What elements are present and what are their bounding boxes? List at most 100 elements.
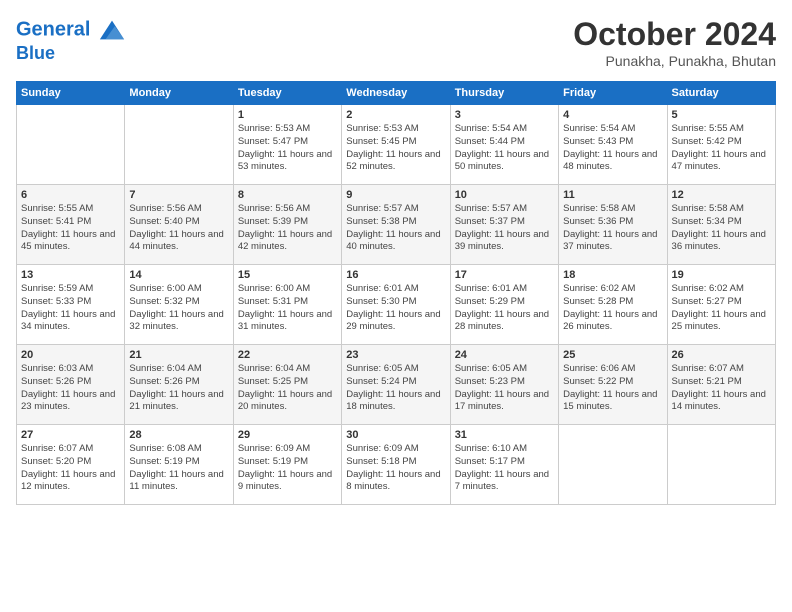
day-info: Sunrise: 6:00 AMSunset: 5:31 PMDaylight:… <box>238 283 337 334</box>
day-number: 11 <box>563 189 662 201</box>
calendar-cell: 13Sunrise: 5:59 AMSunset: 5:33 PMDayligh… <box>17 265 125 345</box>
col-header-tuesday: Tuesday <box>233 82 341 105</box>
day-info: Sunrise: 6:04 AMSunset: 5:25 PMDaylight:… <box>238 363 337 414</box>
col-header-wednesday: Wednesday <box>342 82 450 105</box>
day-number: 22 <box>238 349 337 361</box>
day-number: 21 <box>129 349 228 361</box>
calendar-cell: 18 Sunrise: 6:02 AMSunset: 5:28 PMDayligh… <box>559 265 667 345</box>
day-info: Sunrise: 5:59 AMSunset: 5:33 PMDaylight:… <box>21 283 120 334</box>
calendar-cell: 15 Sunrise: 6:00 AMSunset: 5:31 PMDayligh… <box>233 265 341 345</box>
day-info: Sunrise: 6:03 AMSunset: 5:26 PMDaylight:… <box>21 363 120 414</box>
day-number: 4 <box>563 109 662 121</box>
calendar-cell: 16 Sunrise: 6:01 AMSunset: 5:30 PMDayligh… <box>342 265 450 345</box>
logo: General Blue <box>16 16 126 64</box>
calendar-cell: 22 Sunrise: 6:04 AMSunset: 5:25 PMDayligh… <box>233 345 341 425</box>
location-title: Punakha, Punakha, Bhutan <box>573 53 776 69</box>
day-number: 8 <box>238 189 337 201</box>
day-number: 29 <box>238 429 337 441</box>
day-info: Sunrise: 6:07 AMSunset: 5:21 PMDaylight:… <box>672 363 771 414</box>
day-info: Sunrise: 6:02 AMSunset: 5:28 PMDaylight:… <box>563 283 662 334</box>
day-number: 15 <box>238 269 337 281</box>
day-info: Sunrise: 5:58 AMSunset: 5:34 PMDaylight:… <box>672 203 771 254</box>
day-info: Sunrise: 5:57 AMSunset: 5:37 PMDaylight:… <box>455 203 554 254</box>
col-header-thursday: Thursday <box>450 82 558 105</box>
calendar-cell: 7 Sunrise: 5:56 AMSunset: 5:40 PMDaylight… <box>125 185 233 265</box>
month-title: October 2024 <box>573 16 776 53</box>
calendar-cell: 24Sunrise: 6:05 AMSunset: 5:23 PMDayligh… <box>450 345 558 425</box>
day-number: 2 <box>346 109 445 121</box>
calendar-cell: 1 Sunrise: 5:53 AMSunset: 5:47 PMDaylight… <box>233 105 341 185</box>
day-info: Sunrise: 5:53 AMSunset: 5:47 PMDaylight:… <box>238 123 337 174</box>
day-number: 25 <box>563 349 662 361</box>
calendar-cell: 2Sunrise: 5:53 AMSunset: 5:45 PMDaylight… <box>342 105 450 185</box>
day-number: 6 <box>21 189 120 201</box>
col-header-monday: Monday <box>125 82 233 105</box>
day-info: Sunrise: 5:56 AMSunset: 5:39 PMDaylight:… <box>238 203 337 254</box>
day-info: Sunrise: 6:02 AMSunset: 5:27 PMDaylight:… <box>672 283 771 334</box>
calendar-cell: 12 Sunrise: 5:58 AMSunset: 5:34 PMDayligh… <box>667 185 775 265</box>
day-number: 18 <box>563 269 662 281</box>
day-number: 23 <box>346 349 445 361</box>
day-number: 7 <box>129 189 228 201</box>
day-info: Sunrise: 5:58 AMSunset: 5:36 PMDaylight:… <box>563 203 662 254</box>
day-number: 14 <box>129 269 228 281</box>
logo-icon <box>98 16 126 44</box>
day-info: Sunrise: 6:01 AMSunset: 5:30 PMDaylight:… <box>346 283 445 334</box>
day-info: Sunrise: 6:10 AMSunset: 5:17 PMDaylight:… <box>455 443 554 494</box>
calendar-cell: 8 Sunrise: 5:56 AMSunset: 5:39 PMDaylight… <box>233 185 341 265</box>
calendar-cell: 3Sunrise: 5:54 AMSunset: 5:44 PMDaylight… <box>450 105 558 185</box>
calendar-cell: 10 Sunrise: 5:57 AMSunset: 5:37 PMDayligh… <box>450 185 558 265</box>
day-number: 24 <box>455 349 554 361</box>
day-number: 10 <box>455 189 554 201</box>
calendar-cell: 19 Sunrise: 6:02 AMSunset: 5:27 PMDayligh… <box>667 265 775 345</box>
col-header-sunday: Sunday <box>17 82 125 105</box>
calendar-cell: 28 Sunrise: 6:08 AMSunset: 5:19 PMDayligh… <box>125 425 233 505</box>
calendar-cell: 29Sunrise: 6:09 AMSunset: 5:19 PMDayligh… <box>233 425 341 505</box>
logo-text: General <box>16 16 126 44</box>
logo-blue: Blue <box>16 44 126 64</box>
calendar-cell: 27Sunrise: 6:07 AMSunset: 5:20 PMDayligh… <box>17 425 125 505</box>
calendar-cell: 26 Sunrise: 6:07 AMSunset: 5:21 PMDayligh… <box>667 345 775 425</box>
day-info: Sunrise: 6:00 AMSunset: 5:32 PMDaylight:… <box>129 283 228 334</box>
calendar-cell <box>667 425 775 505</box>
day-info: Sunrise: 6:01 AMSunset: 5:29 PMDaylight:… <box>455 283 554 334</box>
day-number: 19 <box>672 269 771 281</box>
title-block: October 2024 Punakha, Punakha, Bhutan <box>573 16 776 69</box>
col-header-friday: Friday <box>559 82 667 105</box>
day-info: Sunrise: 6:06 AMSunset: 5:22 PMDaylight:… <box>563 363 662 414</box>
day-info: Sunrise: 6:05 AMSunset: 5:24 PMDaylight:… <box>346 363 445 414</box>
calendar-cell: 6 Sunrise: 5:55 AMSunset: 5:41 PMDaylight… <box>17 185 125 265</box>
day-number: 9 <box>346 189 445 201</box>
calendar-cell: 23 Sunrise: 6:05 AMSunset: 5:24 PMDayligh… <box>342 345 450 425</box>
day-number: 1 <box>238 109 337 121</box>
day-info: Sunrise: 5:54 AMSunset: 5:44 PMDaylight:… <box>455 123 554 174</box>
day-number: 5 <box>672 109 771 121</box>
day-number: 16 <box>346 269 445 281</box>
day-number: 28 <box>129 429 228 441</box>
calendar-cell: 11 Sunrise: 5:58 AMSunset: 5:36 PMDayligh… <box>559 185 667 265</box>
logo-general: General <box>16 18 90 40</box>
calendar-cell: 5 Sunrise: 5:55 AMSunset: 5:42 PMDaylight… <box>667 105 775 185</box>
calendar-cell: 31 Sunrise: 6:10 AMSunset: 5:17 PMDayligh… <box>450 425 558 505</box>
day-info: Sunrise: 5:56 AMSunset: 5:40 PMDaylight:… <box>129 203 228 254</box>
calendar-cell <box>125 105 233 185</box>
day-info: Sunrise: 5:55 AMSunset: 5:41 PMDaylight:… <box>21 203 120 254</box>
day-number: 27 <box>21 429 120 441</box>
calendar-cell: 4 Sunrise: 5:54 AMSunset: 5:43 PMDaylight… <box>559 105 667 185</box>
day-info: Sunrise: 5:55 AMSunset: 5:42 PMDaylight:… <box>672 123 771 174</box>
calendar-cell: 14 Sunrise: 6:00 AMSunset: 5:32 PMDayligh… <box>125 265 233 345</box>
col-header-saturday: Saturday <box>667 82 775 105</box>
calendar-table: SundayMondayTuesdayWednesdayThursdayFrid… <box>16 81 776 505</box>
day-info: Sunrise: 5:54 AMSunset: 5:43 PMDaylight:… <box>563 123 662 174</box>
day-info: Sunrise: 5:57 AMSunset: 5:38 PMDaylight:… <box>346 203 445 254</box>
day-number: 17 <box>455 269 554 281</box>
calendar-cell: 9 Sunrise: 5:57 AMSunset: 5:38 PMDaylight… <box>342 185 450 265</box>
calendar-cell: 21Sunrise: 6:04 AMSunset: 5:26 PMDayligh… <box>125 345 233 425</box>
day-info: Sunrise: 6:08 AMSunset: 5:19 PMDaylight:… <box>129 443 228 494</box>
day-number: 12 <box>672 189 771 201</box>
calendar-cell <box>559 425 667 505</box>
day-number: 20 <box>21 349 120 361</box>
calendar-cell: 30Sunrise: 6:09 AMSunset: 5:18 PMDayligh… <box>342 425 450 505</box>
day-number: 26 <box>672 349 771 361</box>
day-number: 31 <box>455 429 554 441</box>
